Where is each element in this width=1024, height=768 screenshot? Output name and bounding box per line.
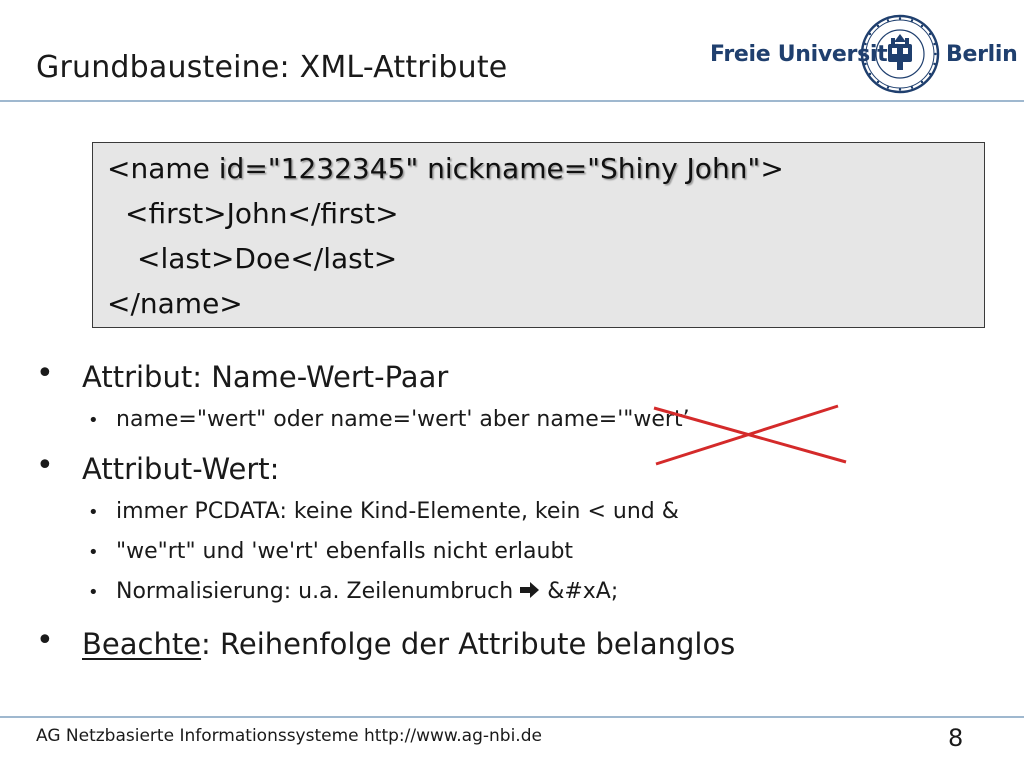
xml-code-box: <name id="1232345" nickname="Shiny John"… [92,142,985,328]
logo-text-right: Berlin [946,42,1018,67]
bullet-attribut-wert: Attribut-Wert: [82,452,280,486]
bullet-dot-icon: • [36,356,54,391]
footer-text: AG Netzbasierte Informationssysteme http… [36,726,542,746]
sub-bullet-dot-icon: • [88,410,99,431]
title-divider [0,100,1024,102]
bullet-beachte: Beachte: Reihenfolge der Attribute belan… [82,627,735,661]
sub-bullet-dot-icon: • [88,502,99,523]
sub-bullet-dot-icon: • [88,542,99,563]
slide-title: Grundbausteine: XML-Attribute [36,50,508,85]
beachte-label: Beachte [82,627,202,661]
sub-bullet-normalisierung: Normalisierung: u.a. Zeilenumbruch &#xA; [116,579,618,605]
sub-bullet-quotes: "we"rt" und 'we'rt' ebenfalls nicht erla… [116,539,574,564]
sub-bullet-name-wert: name="wert" oder name='wert' aber name='… [116,407,690,432]
bullet-attribut: Attribut: Name-Wert-Paar [82,360,449,394]
normalisierung-text: Normalisierung: u.a. Zeilenumbruch [116,579,514,604]
code-line-4: </name> [107,287,243,320]
page-number: 8 [948,724,964,752]
code-line-2: <first>John</first> [125,197,399,230]
sub-bullet-dot-icon: • [88,582,99,603]
code-line-1: <name id="1232345" nickname="Shiny John"… [107,152,784,185]
code-attributes: id="1232345" nickname="Shiny John" [218,152,761,185]
university-seal-icon [860,14,940,94]
strike-cross-icon [653,404,847,466]
beachte-text: : Reihenfolge der Attribute belanglos [201,627,736,661]
footer-divider [0,716,1024,718]
bullet-dot-icon: • [36,623,54,658]
entity-text: &#xA; [547,579,619,604]
code-line-3: <last>Doe</last> [137,242,398,275]
code-open-tag-close: > [760,152,784,185]
arrow-right-icon [520,580,540,605]
sub-bullet-pcdata: immer PCDATA: keine Kind-Elemente, kein … [116,499,679,524]
university-logo: Freie Universität Berlin [700,14,1018,94]
bullet-dot-icon: • [36,448,54,483]
code-open-tag: <name [107,152,219,185]
